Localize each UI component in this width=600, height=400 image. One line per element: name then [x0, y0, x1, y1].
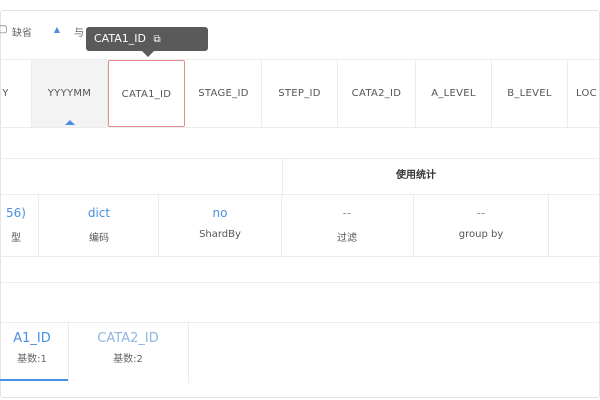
active-tab-indicator [0, 379, 68, 381]
column-header-yyyymm[interactable]: YYYYMM [32, 60, 108, 127]
sort-asc-icon[interactable]: ▲ [52, 24, 62, 36]
metric-filter: -- 过滤 [282, 205, 412, 244]
column-header-step-id[interactable]: STEP_ID [262, 60, 338, 127]
divider [188, 323, 189, 383]
tooltip-text: CATA1_ID [94, 32, 146, 45]
metric-shardby: no ShardBy [160, 205, 280, 240]
column-label: B_LEVEL [507, 88, 552, 99]
metric-value: -- [342, 206, 352, 220]
column-label: CATA2_ID [351, 88, 402, 99]
metric-label: ShardBy [199, 229, 241, 240]
column-header-cata1-id[interactable]: CATA1_ID [108, 60, 185, 127]
tab-cata1-id[interactable]: A1_ID 基数:1 [0, 331, 68, 365]
tab-cata2-id[interactable]: CATA2_ID 基数:2 [68, 331, 188, 365]
column-header[interactable]: Y [0, 60, 32, 127]
tab-label: CATA2_ID [97, 331, 159, 346]
column-label: STEP_ID [278, 88, 321, 99]
copy-icon[interactable]: ⧉ [153, 28, 160, 52]
usage-stats-title: 使用统计 [282, 158, 549, 194]
divider [548, 194, 549, 256]
column-header-b-level[interactable]: B_LEVEL [492, 60, 568, 127]
tab-cardinality: 基数:2 [113, 354, 143, 365]
toolbar-default-label[interactable]: 缺省 [12, 24, 32, 39]
column-header-cata2-id[interactable]: CATA2_ID [338, 60, 416, 127]
sort-indicator-icon[interactable] [64, 120, 75, 125]
column-label: Y [2, 88, 9, 99]
column-label: YYYYMM [47, 88, 92, 99]
metric-value: dict [87, 206, 111, 220]
column-label: STAGE_ID [198, 88, 249, 99]
divider [38, 194, 39, 256]
metric-value: 56) [6, 206, 26, 220]
tab-label: A1_ID [13, 331, 51, 346]
metric-value: -- [476, 206, 486, 220]
metric-label: 型 [11, 233, 21, 244]
metric-group-by: -- group by [414, 205, 548, 240]
divider [0, 282, 600, 283]
toolbar-text-icon: ▢ [0, 24, 8, 35]
divider [158, 194, 159, 256]
column-label: CATA1_ID [121, 89, 172, 100]
metric-value: no [212, 206, 228, 220]
divider [0, 194, 600, 195]
column-header-row: Y YYYYMM CATA1_ID STAGE_ID STEP_ID CATA2… [0, 59, 600, 128]
tab-cardinality: 基数:1 [17, 354, 47, 365]
column-label: LOC [576, 88, 597, 99]
metric-encoding: dict 编码 [40, 205, 158, 244]
toolbar-with-label[interactable]: 与 [74, 24, 84, 39]
metric-type: 56) 型 [0, 205, 36, 244]
metric-label: 编码 [89, 233, 109, 244]
column-header-loc[interactable]: LOC [568, 60, 600, 127]
column-label: A_LEVEL [431, 88, 476, 99]
column-header-a-level[interactable]: A_LEVEL [416, 60, 492, 127]
metric-label: group by [458, 229, 504, 240]
metric-label: 过滤 [337, 233, 357, 244]
column-header-stage-id[interactable]: STAGE_ID [186, 60, 262, 127]
column-tabs: A1_ID 基数:1 CATA2_ID 基数:2 [0, 322, 600, 385]
divider [0, 256, 600, 257]
column-tooltip: CATA1_ID ⧉ [86, 27, 208, 57]
